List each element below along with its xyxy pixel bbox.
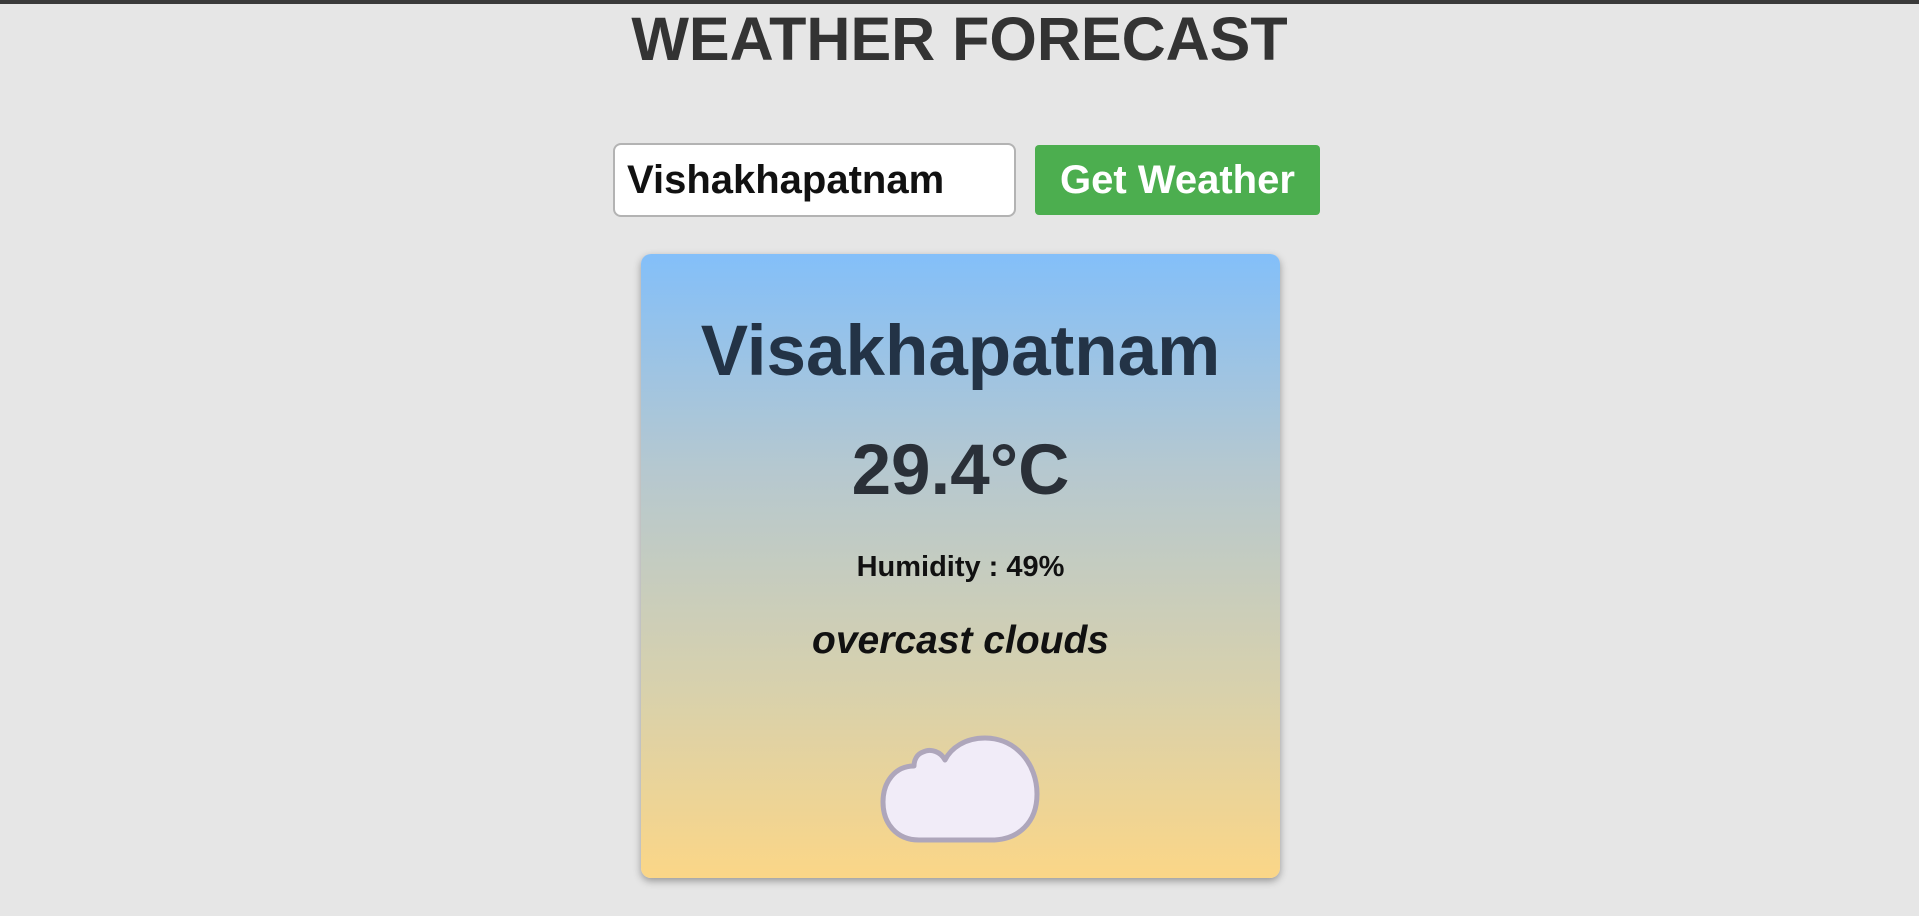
top-border (0, 0, 1919, 4)
weather-description: overcast clouds (812, 619, 1109, 662)
humidity: Humidity : 49% (856, 551, 1065, 583)
city-search-input[interactable] (613, 143, 1016, 217)
cloud-icon (880, 735, 1040, 843)
page-title: WEATHER FORECAST (631, 5, 1288, 73)
city-name: Visakhapatnam (700, 312, 1221, 391)
weather-card: Visakhapatnam 29.4°C Humidity : 49% over… (641, 254, 1280, 878)
temperature: 29.4°C (851, 431, 1070, 510)
get-weather-button[interactable]: Get Weather (1035, 145, 1320, 215)
